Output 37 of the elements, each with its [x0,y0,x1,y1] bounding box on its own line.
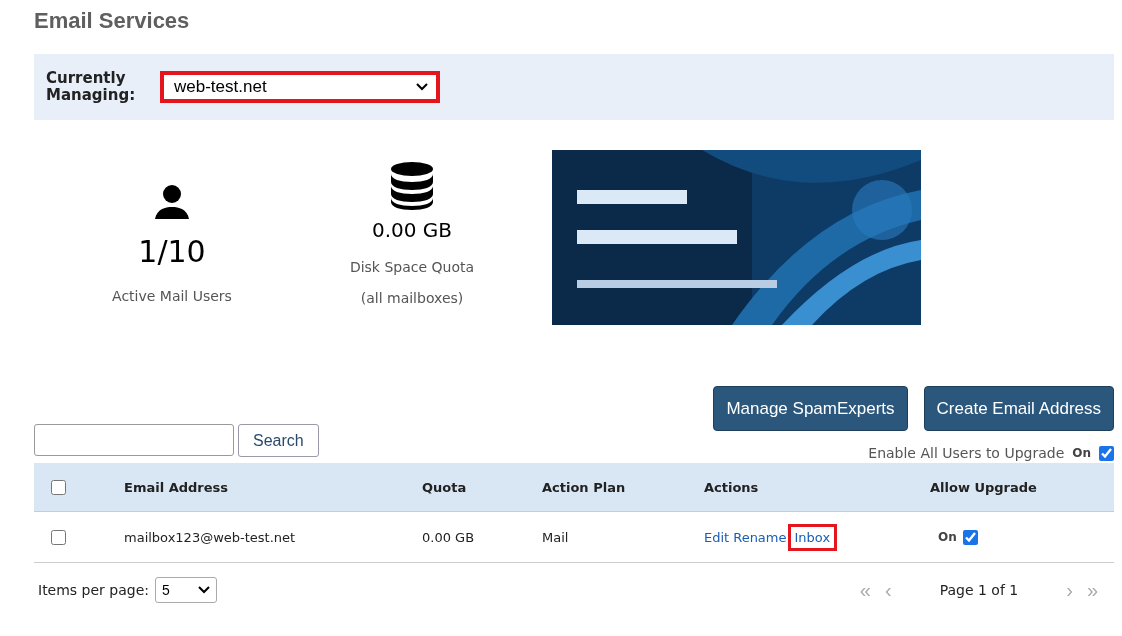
stat-value: 1/10 [138,234,206,269]
domain-select[interactable]: web-test.net [160,71,440,103]
action-button[interactable]: Manage SpamExperts [713,386,908,431]
column-header: Quota [422,479,468,495]
stat-label: Disk Space Quota [349,258,475,277]
managing-label: Currently Managing: [46,70,137,104]
action-button[interactable]: Create Email Address [923,386,1114,431]
page-indicator: Page 1 of 1 [939,582,1019,598]
column-header: Allow Upgrade [930,479,1038,495]
stat-value: 0.00 GB [371,218,453,242]
person-icon [154,184,190,220]
chevron-icon [198,586,210,594]
stat-label: (all mailboxes) [360,289,464,308]
table-cell-text: mailbox123@web-test.net [124,529,297,545]
search-field[interactable] [34,424,234,456]
database-icon [390,162,434,210]
upgrade-all-label: Enable All Users to Upgrade [868,445,1065,461]
upgrade-checkbox[interactable] [962,529,978,545]
column-header: Email Address [124,479,229,495]
row-checkbox[interactable] [51,529,66,545]
action-link[interactable]: Inbox [787,523,838,551]
column-header: Actions [704,479,760,495]
page-title: Email Services [34,8,191,34]
search-button[interactable]: Search [238,424,319,457]
items-per-page-select[interactable]: 5 [155,577,217,603]
action-link[interactable]: Rename [733,529,787,545]
table-cell-text: Mail [542,529,570,545]
upgrade-state-text: On [938,530,957,544]
stat-label: Active Mail Users [112,287,232,306]
column-header: Action Plan [542,479,627,495]
select-all-checkbox[interactable] [51,479,66,495]
chevron-icon [416,83,428,91]
items-per-page-label: Items per page: [38,582,149,598]
action-link[interactable]: Edit [704,529,730,545]
upgrade-state-text: On [1072,446,1091,460]
table-cell-text: 0.00 GB [422,529,476,545]
upgrade-all-checkbox[interactable] [1099,445,1114,461]
